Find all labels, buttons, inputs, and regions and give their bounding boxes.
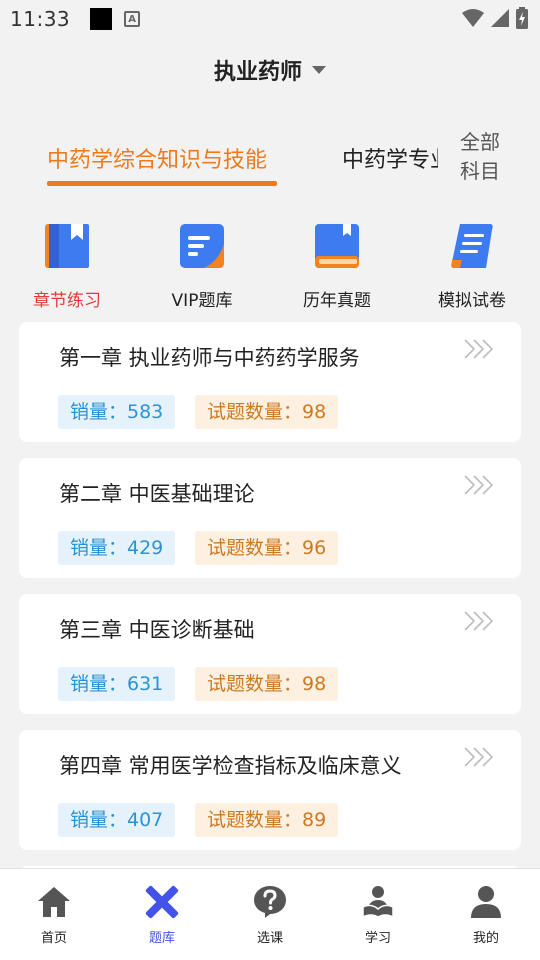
sales-badge: 销量：631 [58, 667, 176, 701]
nav-label: 首页 [40, 931, 67, 946]
question-count-badge: 试题数量：98 [195, 395, 339, 429]
home-icon [38, 887, 70, 917]
caret-down-icon [312, 66, 326, 74]
all-subjects-button[interactable]: 全部 科目 [460, 128, 510, 186]
sales-badge: 销量：407 [58, 803, 176, 837]
subject-tabs: 中药学综合知识与技能 中药学专业知识 全部 科目 [0, 128, 540, 190]
exam-selector[interactable]: 执业药师 [0, 52, 540, 88]
a-icon: A [124, 11, 141, 27]
status-time: 11:33 [10, 7, 71, 31]
tab-subject-second[interactable]: 中药学专业知识 [342, 142, 438, 176]
page-title: 执业药师 [213, 60, 302, 85]
all-subjects-label-1: 全部 [460, 130, 500, 154]
status-bar: 11:33 A [0, 0, 540, 38]
nav-label: 学习 [364, 931, 391, 946]
question-count-badge: 试题数量：96 [195, 531, 339, 565]
nav-home[interactable]: 首页 [0, 869, 108, 960]
tab-subject-active[interactable]: 中药学综合知识与技能 [47, 142, 267, 174]
nav-label: 选课 [256, 931, 283, 946]
signal-icon [491, 9, 509, 27]
category-row: 章节练习 VIP题库 历年真题 模拟试卷 [0, 222, 540, 312]
vip-document-icon [180, 224, 224, 268]
chapter-title: 第三章 中医诊断基础 [59, 618, 255, 642]
category-chapter-practice[interactable]: 章节练习 [12, 222, 122, 311]
chapter-card[interactable]: 第二章 中医基础理论 销量：429 试题数量：96 [19, 458, 521, 578]
category-label: 模拟试卷 [438, 291, 506, 311]
category-label: VIP题库 [171, 291, 233, 311]
tab-underline [47, 181, 277, 186]
battery-icon [516, 7, 528, 29]
chapter-book-icon [45, 224, 89, 268]
question-count-badge: 试题数量：89 [195, 803, 339, 837]
chapter-title: 第四章 常用医学检查指标及临床意义 [59, 754, 402, 778]
study-reader-icon [362, 886, 394, 919]
category-past-exams[interactable]: 历年真题 [282, 222, 392, 311]
chapter-title: 第一章 执业药师与中药药学服务 [59, 346, 360, 370]
bottom-nav: 首页 题库 选课 学习 我的 [0, 868, 540, 960]
category-label: 历年真题 [303, 291, 371, 311]
category-mock-papers[interactable]: 模拟试卷 [417, 222, 527, 311]
sales-badge: 销量：583 [58, 395, 176, 429]
nav-label: 题库 [148, 931, 175, 946]
sales-badge: 销量：429 [58, 531, 176, 565]
pencil-ruler-icon [145, 885, 179, 919]
triple-chevron-right-icon [464, 747, 494, 767]
nav-me[interactable]: 我的 [432, 869, 540, 960]
chapter-card[interactable]: 第四章 常用医学检查指标及临床意义 销量：407 试题数量：89 [19, 730, 521, 850]
triple-chevron-right-icon [464, 611, 494, 631]
category-label: 章节练习 [33, 291, 101, 311]
nav-study[interactable]: 学习 [324, 869, 432, 960]
nav-label: 我的 [472, 931, 499, 946]
chapter-title: 第二章 中医基础理论 [59, 482, 255, 506]
category-vip-bank[interactable]: VIP题库 [147, 222, 257, 311]
nav-question-bank[interactable]: 题库 [108, 869, 216, 960]
chapter-card[interactable]: 第三章 中医诊断基础 销量：631 试题数量：98 [19, 594, 521, 714]
question-count-badge: 试题数量：98 [195, 667, 339, 701]
wifi-icon [462, 9, 484, 27]
triple-chevron-right-icon [464, 339, 494, 359]
tab-subject-second-label: 中药学专业知识 [342, 148, 438, 173]
notification-square-icon [90, 8, 113, 30]
all-subjects-label-2: 科目 [460, 159, 500, 183]
past-exam-book-icon [315, 224, 359, 268]
question-icon [254, 886, 286, 918]
scroll-paper-icon [451, 224, 493, 268]
chapter-card[interactable]: 第一章 执业药师与中药药学服务 销量：583 试题数量：98 [19, 322, 521, 442]
triple-chevron-right-icon [464, 475, 494, 495]
user-icon [471, 886, 501, 918]
nav-courses[interactable]: 选课 [216, 869, 324, 960]
